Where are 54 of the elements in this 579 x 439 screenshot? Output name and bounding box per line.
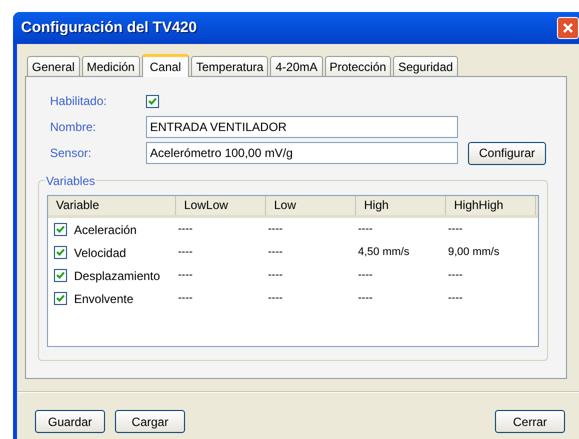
field-label: Nombre: [50,119,98,136]
table-cell-text: ---- [357,268,374,284]
name-field[interactable]: ENTRADA VENTILADOR [146,116,458,138]
tab[interactable]: Canal [142,54,190,77]
checkmark-icon [148,96,157,106]
table-cell-text: ---- [177,222,194,238]
sensor-field[interactable]: Acelerómetro 100,00 mV/g [146,142,458,164]
table-cell-text: ---- [177,291,194,306]
window-title: Configuración del TV420 [21,18,197,38]
table-cell-text: 9,00 mm/s [447,245,500,260]
push-button[interactable]: Guardar [35,410,105,433]
field-label: Habilitado: [50,93,108,110]
column-header[interactable]: High [356,196,446,215]
push-button[interactable]: Configurar [468,142,546,164]
close-button[interactable] [557,17,579,39]
tab[interactable]: Seguridad [393,56,458,76]
column-header[interactable]: HighHigh [446,196,536,215]
table-cell-text: ---- [357,222,374,238]
table-cell-text: ---- [177,268,194,284]
tab[interactable]: General [27,56,80,76]
close-icon [562,22,574,34]
tab[interactable]: Temperatura [191,56,268,76]
column-header[interactable]: Variable [48,196,176,215]
table-cell-text: ---- [357,291,374,306]
checkmark-icon [56,271,65,280]
table-cell-text: ---- [447,291,464,306]
table-cell-text: Velocidad [74,244,126,262]
column-header[interactable]: Low [266,196,356,215]
column-header[interactable]: LowLow [176,196,266,215]
table-cell-text: ---- [267,245,284,260]
checkbox[interactable] [146,94,159,108]
table-cell-text: ---- [267,268,284,284]
checkmark-icon [56,225,65,234]
table-cell-text: Aceleración [74,222,137,238]
checkmark-icon [56,294,65,303]
push-button[interactable]: Cerrar [495,410,565,433]
table-cell-text: 4,50 mm/s [357,245,410,260]
tab[interactable]: Protección [324,56,392,76]
checkmark-icon [56,248,65,257]
table-cell-text: ---- [447,222,464,238]
tab[interactable]: 4-20mA [270,56,322,76]
table-cell-text: Desplazamiento [74,268,160,284]
table-cell-text: ---- [267,222,284,238]
checkbox[interactable] [54,269,67,282]
table-cell-text: ---- [177,245,194,260]
tab[interactable]: Medición [82,56,140,76]
field-label: Sensor: [50,145,92,162]
push-button[interactable]: Cargar [115,410,185,433]
checkbox[interactable] [54,246,67,259]
table-cell-text: ---- [447,268,464,284]
table-cell-text: Envolvente [74,290,134,308]
checkbox[interactable] [54,223,67,236]
table-cell-text: ---- [267,291,284,306]
checkbox[interactable] [54,292,67,305]
